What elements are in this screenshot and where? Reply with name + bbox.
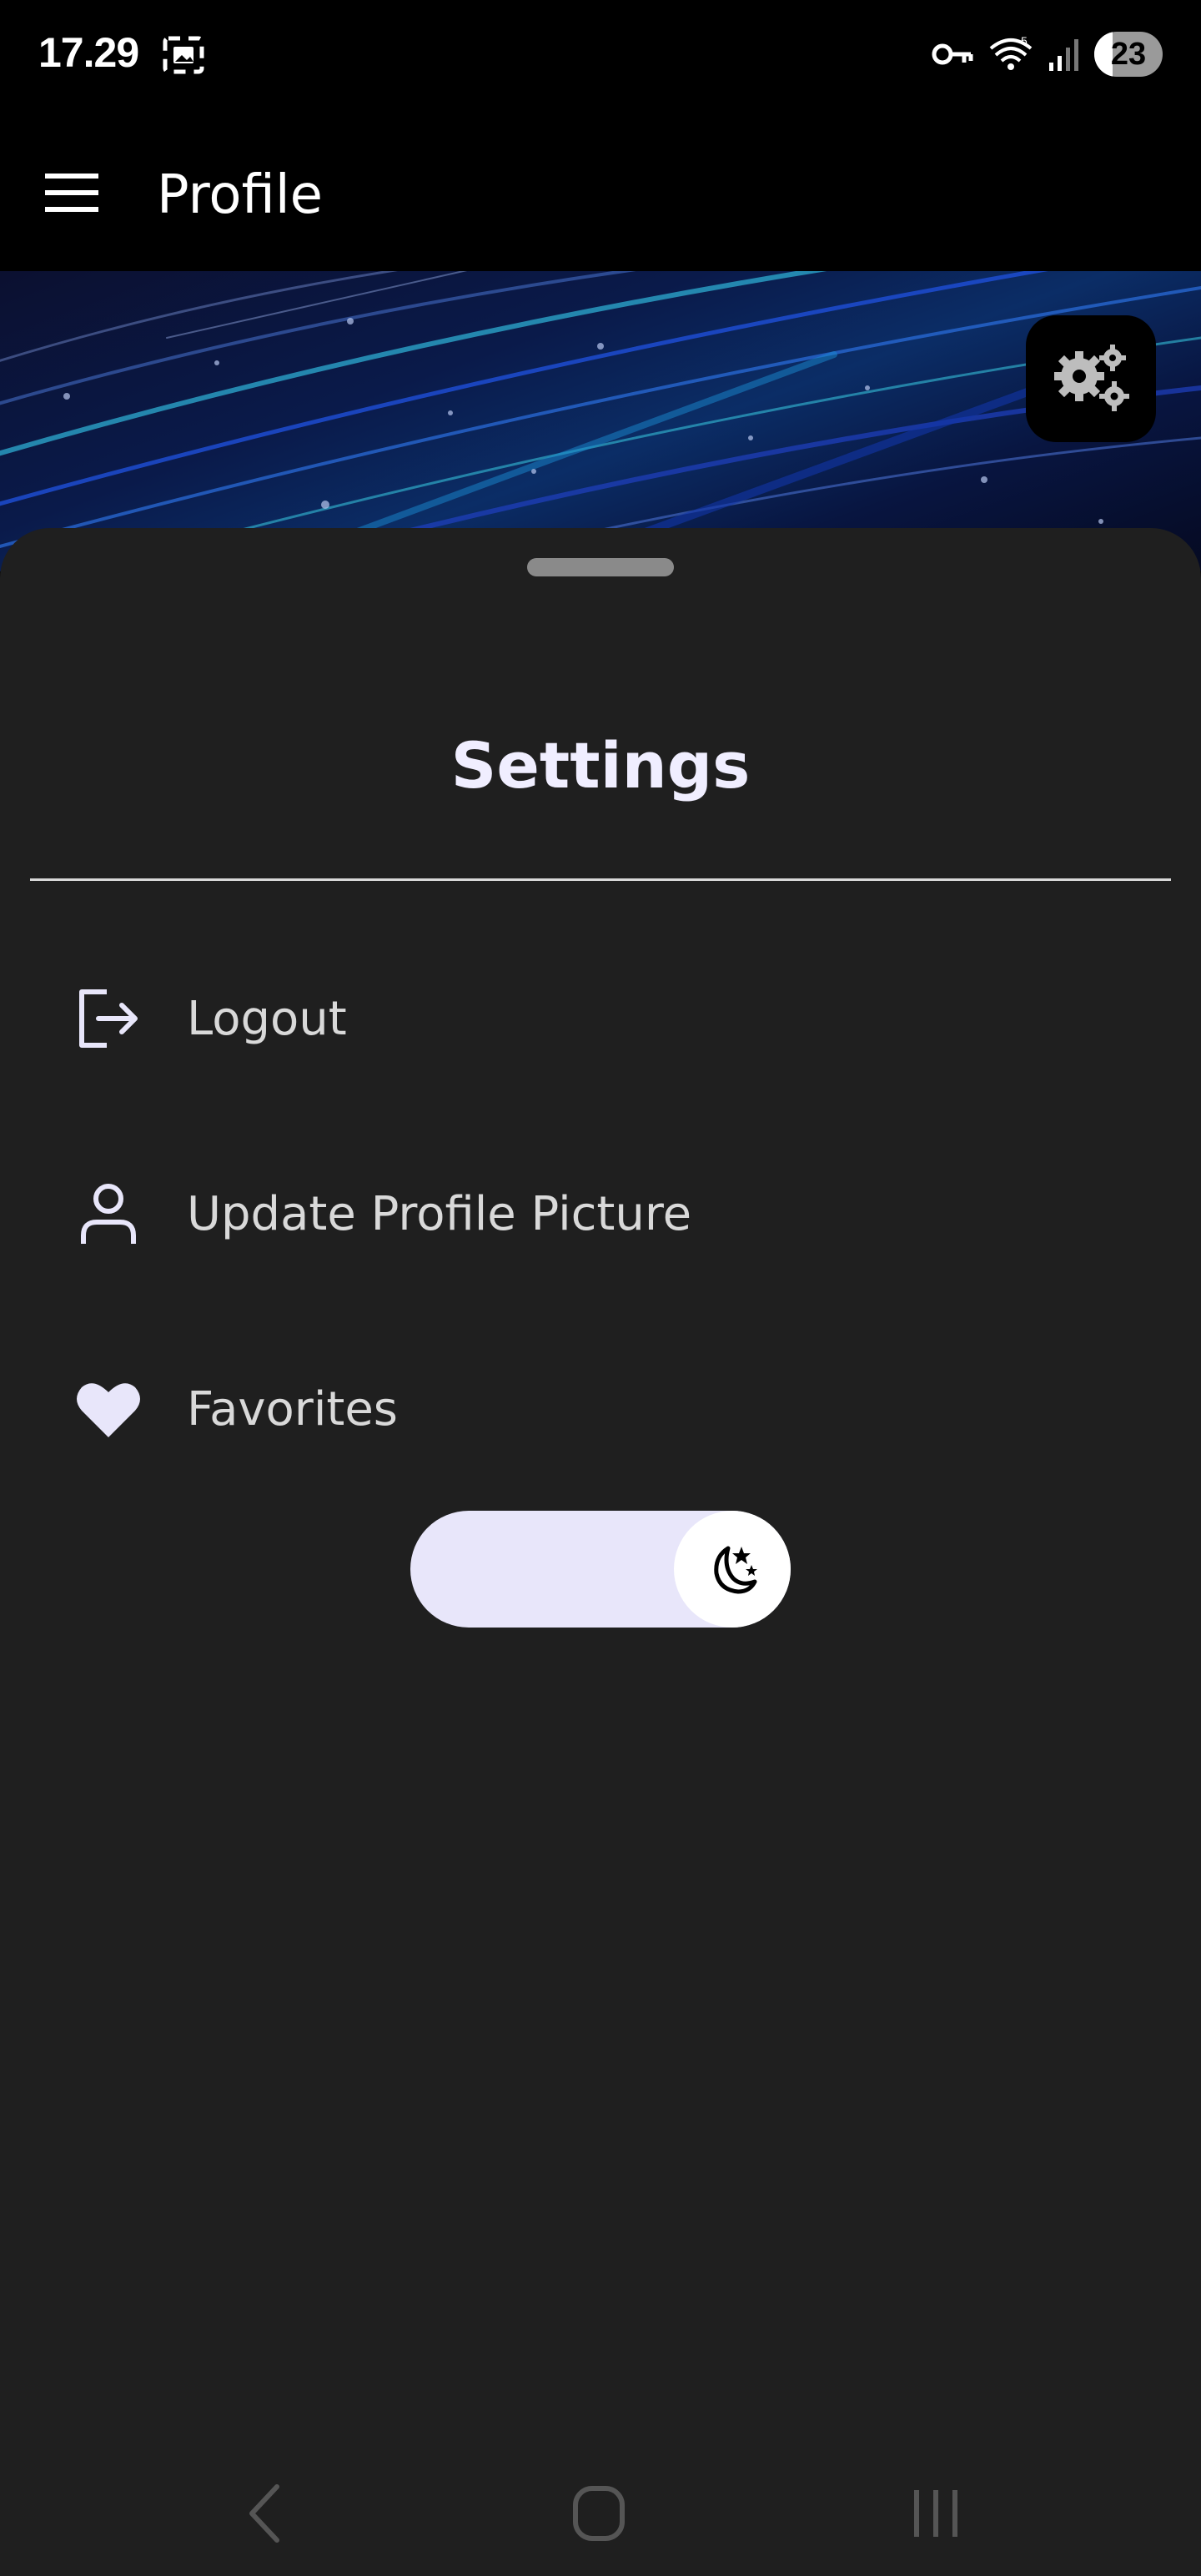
divider [30, 878, 1171, 881]
moon-icon [714, 1546, 757, 1594]
settings-title: Settings [450, 728, 751, 802]
heart-icon [77, 1383, 140, 1437]
light-streaks-image [0, 271, 1201, 571]
profile-banner-image [0, 271, 1201, 571]
gears-icon [1054, 345, 1129, 411]
favorites-item[interactable]: Favorites [0, 1346, 1201, 1472]
signal-icon [1049, 39, 1078, 71]
drag-handle[interactable] [527, 558, 674, 576]
hamburger-menu-icon[interactable] [40, 160, 107, 227]
back-icon[interactable] [224, 2472, 307, 2555]
logout-label: Logout [187, 991, 347, 1046]
recents-icon[interactable] [894, 2472, 977, 2555]
logout-icon [79, 989, 138, 1048]
screenshot-icon [163, 36, 204, 74]
theme-toggle[interactable] [410, 1511, 791, 1628]
status-time: 17.29 [38, 29, 139, 76]
person-icon [81, 1184, 136, 1244]
settings-button[interactable] [1026, 315, 1156, 442]
settings-sheet: Settings Logout Update Profile Picture F… [0, 528, 1201, 2447]
battery-icon: 23 [1094, 32, 1163, 77]
favorites-label: Favorites [187, 1381, 398, 1436]
key-icon [932, 43, 973, 65]
logout-item[interactable]: Logout [0, 956, 1201, 1081]
status-icons: 5 23 [931, 30, 1163, 78]
toggle-knob [674, 1511, 791, 1628]
battery-level: 23 [1110, 36, 1147, 72]
svg-text:5: 5 [1021, 35, 1028, 48]
app-bar: Profile [0, 108, 1201, 271]
page-title: Profile [157, 164, 323, 226]
status-bar: 17.29 5 23 [0, 0, 1201, 108]
system-navigation-bar [0, 2447, 1201, 2576]
wifi-icon: 5 [989, 35, 1033, 70]
update-profile-picture-item[interactable]: Update Profile Picture [0, 1151, 1201, 1276]
home-icon[interactable] [557, 2472, 641, 2555]
update-profile-picture-label: Update Profile Picture [187, 1186, 692, 1241]
